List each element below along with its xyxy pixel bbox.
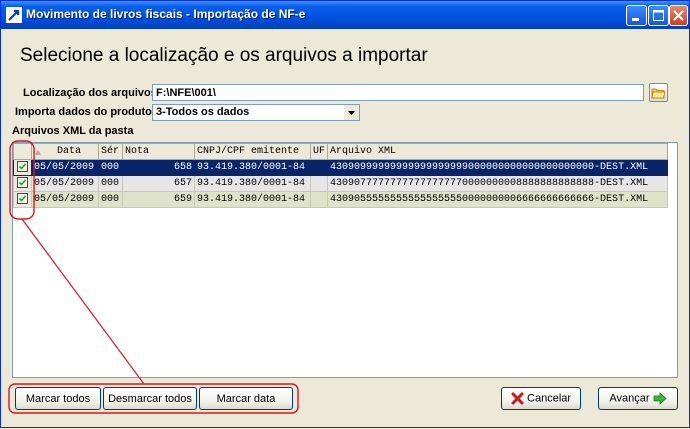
cell-cnpj: 93.419.380/0001-84 [194,191,311,208]
arrow-right-icon [653,392,667,405]
cell-uf [309,159,329,176]
cell-date: 05/05/2009 [31,159,99,176]
maximize-button[interactable] [648,5,669,26]
dropdown-button[interactable] [344,105,359,120]
cell-nota: 659 [122,191,195,208]
cell-cnpj: 93.419.380/0001-84 [194,159,311,176]
row-checkbox-cell[interactable] [13,175,32,192]
close-icon [673,10,684,21]
checkmark-icon [18,163,27,171]
table-row[interactable]: 05/05/2009 000 658 93.419.380/0001-84 43… [13,159,669,176]
unmark-all-button[interactable]: Desmarcar todos [103,387,197,410]
column-header-uf[interactable]: UF [309,143,329,160]
cell-serie: 000 [98,191,123,208]
minimize-button[interactable] [626,5,647,26]
cell-date: 05/05/2009 [31,191,99,208]
sort-ascending-icon [35,150,41,155]
cell-uf [309,191,329,208]
cancel-button[interactable]: Cancelar [501,387,581,410]
cell-file: 4309077777777777777777000000000888888888… [327,175,669,192]
minimize-icon [632,18,639,21]
cell-date: 05/05/2009 [31,175,99,192]
folder-icon [651,88,666,99]
mark-all-button[interactable]: Marcar todos [15,387,101,410]
red-x-icon [511,392,524,405]
import-data-label: Importa dados do produto [15,106,152,118]
title-bar[interactable]: Movimento de livros fiscais - Importação… [1,1,689,29]
cell-nota: 657 [122,175,195,192]
cell-serie: 000 [98,175,123,192]
cell-serie: 000 [98,159,123,176]
checkmark-icon [18,195,27,203]
window-title: Movimento de livros fiscais - Importação… [26,7,306,21]
column-header-date[interactable]: Data [31,143,99,160]
table-row[interactable]: 05/05/2009 000 659 93.419.380/0001-84 43… [13,191,669,208]
main-window: Movimento de livros fiscais - Importação… [0,0,690,428]
next-button[interactable]: Avançar [598,387,678,410]
column-header-cnpj[interactable]: CNPJ/CPF emitente [194,143,311,160]
xml-files-grid[interactable]: Data Sér Nota CNPJ/CPF emitente UF Arqui… [12,142,678,378]
row-checkbox-cell[interactable] [13,159,32,176]
checkmark-icon [18,179,27,187]
column-header-file[interactable]: Arquivo XML [327,143,669,160]
chevron-down-icon [348,111,355,115]
column-header-serie[interactable]: Sér [98,143,123,160]
close-button[interactable] [669,5,688,26]
import-data-value: 3-Todos os dados [156,106,250,118]
mark-date-button[interactable]: Marcar data [199,387,293,410]
cell-uf [309,175,329,192]
column-header-nota[interactable]: Nota [122,143,195,160]
cell-file: 4309099999999999999999900000000000000000… [327,159,669,176]
row-checkbox[interactable] [17,177,28,189]
location-input[interactable] [152,84,644,101]
app-icon [6,7,22,23]
row-checkbox-cell[interactable] [13,191,32,208]
cell-cnpj: 93.419.380/0001-84 [194,175,311,192]
checkbox-column-header[interactable] [13,143,32,160]
cell-nota: 658 [122,159,195,176]
row-checkbox[interactable] [17,193,28,205]
cell-file: 4309055555555555555555000000000666666666… [327,191,669,208]
import-data-select[interactable]: 3-Todos os dados [152,104,360,121]
row-checkbox[interactable] [17,161,28,173]
location-label: Localização dos arquivos [23,87,157,99]
page-heading: Selecione a localização e os arquivos a … [20,45,428,66]
maximize-icon [653,10,664,21]
grid-section-label: Arquivos XML da pasta [12,125,134,137]
browse-folder-button[interactable] [649,83,668,102]
table-row[interactable]: 05/05/2009 000 657 93.419.380/0001-84 43… [13,175,669,192]
